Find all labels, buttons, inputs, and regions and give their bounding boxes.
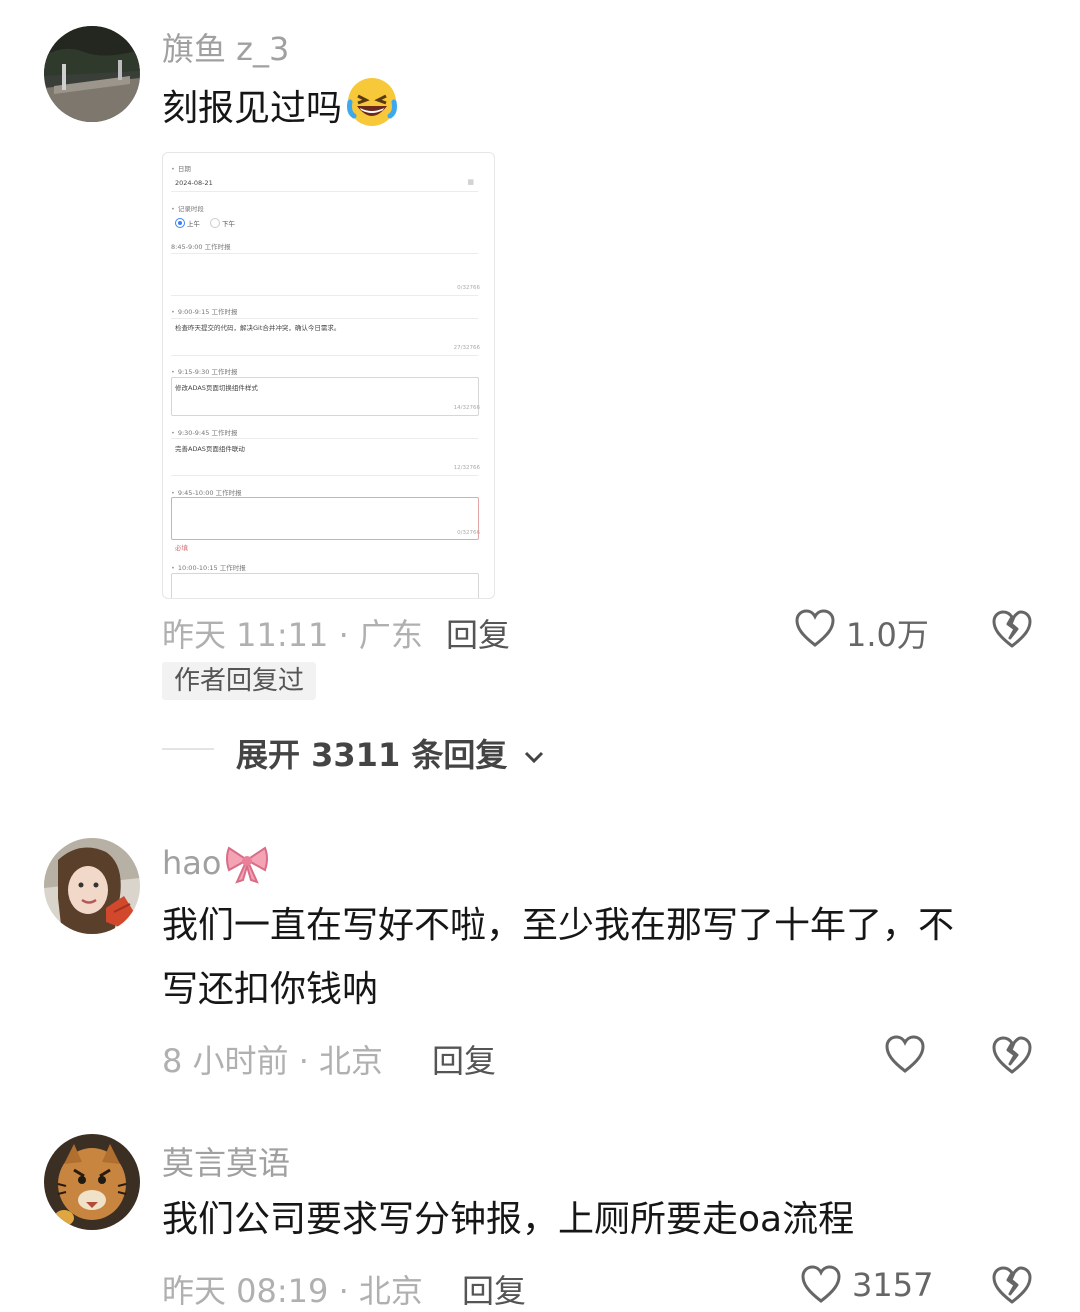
like-count: 3157 xyxy=(852,1266,934,1304)
comment-text: 刻报见过吗 xyxy=(162,76,398,141)
comment-username[interactable]: 旗鱼 z_3 xyxy=(162,24,289,70)
avatar[interactable] xyxy=(44,1134,140,1230)
reply-button[interactable]: 回复 xyxy=(462,1266,526,1312)
required-hint: 必填 xyxy=(175,544,188,552)
comment-time-location: 昨天 08:19 · 北京 xyxy=(162,1272,423,1310)
comment-username[interactable]: 莫言莫语 xyxy=(162,1138,290,1184)
comment-text: 我们一直在写好不啦，至少我在那写了十年了，不 xyxy=(162,905,955,946)
form-field-label: 8:45-9:00 工作时报 xyxy=(171,243,231,251)
am-label: 上午 xyxy=(187,220,200,228)
form-time-label: 记录时段 xyxy=(177,205,204,213)
pm-label: 下午 xyxy=(222,220,235,228)
form-date-value: 2024-08-21 xyxy=(175,179,213,187)
form-field-value: 检查昨天提交的代码，解决Git合并冲突，确认今日需求。 xyxy=(175,324,341,332)
comment-text: 写还扣你钱呐 xyxy=(162,969,379,1010)
form-field-label: 10:00-10:15 工作时报 xyxy=(177,564,246,572)
am-radio[interactable] xyxy=(175,218,185,228)
comment-username[interactable]: hao xyxy=(162,842,271,884)
form-field-count: 0/32766 xyxy=(457,285,480,291)
form-field-label: 9:00-9:15 工作时报 xyxy=(177,308,238,316)
calendar-icon: ▦ xyxy=(467,178,474,186)
pm-radio[interactable] xyxy=(210,218,220,228)
username-text: hao xyxy=(162,844,222,882)
pink-bow-icon xyxy=(223,842,271,884)
form-field-label: 9:45-10:00 工作时报 xyxy=(177,489,242,497)
comment-text: 我们公司要求写分钟报，上厕所要走oa流程 xyxy=(162,1199,855,1240)
form-field-count: 14/32766 xyxy=(453,405,480,411)
author-replied-badge: 作者回复过 xyxy=(162,662,316,700)
heart-icon[interactable] xyxy=(884,1034,926,1074)
avatar[interactable] xyxy=(44,838,140,934)
avatar[interactable] xyxy=(44,26,140,122)
expand-replies-label: 展开 3311 条回复 xyxy=(236,736,508,774)
grinning-squinting-face-emoji xyxy=(346,76,398,128)
heart-icon[interactable] xyxy=(794,608,836,648)
like-count: 1.0万 xyxy=(846,616,929,654)
form-field-value: 修改ADAS页面切换组件样式 xyxy=(175,384,258,392)
attached-image[interactable]: • 日期 2024-08-21 ▦ • 记录时段 上午 下午 8:45-9:00 工… xyxy=(162,152,495,599)
broken-heart-icon[interactable] xyxy=(990,1034,1034,1076)
form-field-label: 9:30-9:45 工作时报 xyxy=(177,429,238,437)
heart-icon[interactable] xyxy=(800,1264,842,1304)
broken-heart-icon[interactable] xyxy=(990,608,1034,650)
form-field-label: 9:15-9:30 工作时报 xyxy=(177,368,238,376)
form-field-count: 0/32766 xyxy=(457,530,480,536)
expand-replies-button[interactable]: 展开 3311 条回复 xyxy=(236,730,545,776)
broken-heart-icon[interactable] xyxy=(990,1264,1034,1306)
chevron-down-icon xyxy=(523,750,545,764)
form-date-label: 日期 xyxy=(177,165,191,173)
reply-button[interactable]: 回复 xyxy=(446,610,510,656)
reply-button[interactable]: 回复 xyxy=(432,1036,496,1082)
comment-time-location: 昨天 11:11 · 广东 xyxy=(162,616,423,654)
form-textarea[interactable] xyxy=(171,497,479,540)
form-field-value: 完善ADAS页面组件联动 xyxy=(175,445,245,453)
comment-body: 刻报见过吗 xyxy=(162,88,343,129)
divider xyxy=(162,748,214,750)
form-field-count: 12/32766 xyxy=(453,465,480,471)
form-textarea[interactable] xyxy=(171,573,479,598)
form-field-count: 27/32766 xyxy=(453,345,480,351)
comment-time-location: 8 小时前 · 北京 xyxy=(162,1042,384,1080)
